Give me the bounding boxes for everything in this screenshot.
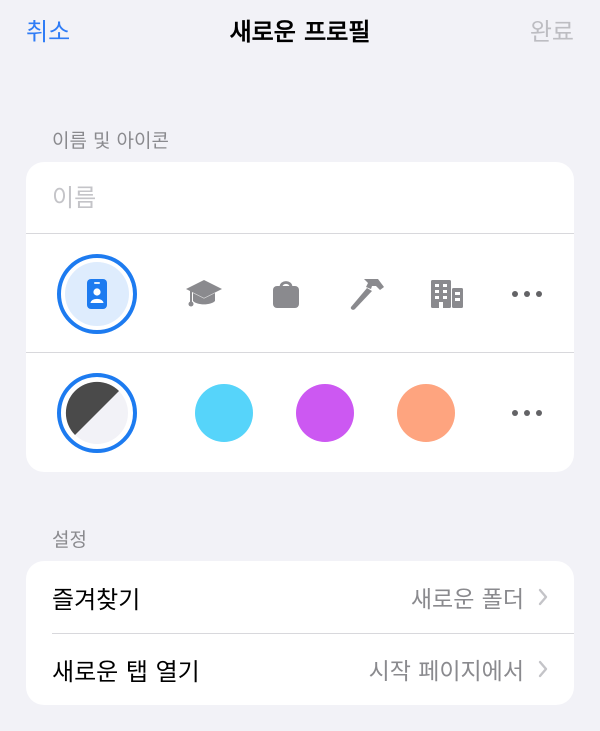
color-option-purple[interactable] bbox=[275, 353, 375, 472]
row-value: 시작 페이지에서 bbox=[368, 659, 524, 685]
name-icon-card bbox=[26, 162, 574, 472]
name-row bbox=[26, 162, 574, 234]
purple-swatch bbox=[296, 383, 354, 442]
more-icons-button[interactable] bbox=[477, 234, 574, 353]
more-icon bbox=[512, 409, 542, 416]
auto-color-swatch bbox=[65, 381, 128, 444]
color-option-orange[interactable] bbox=[376, 353, 476, 472]
row-value: 새로운 폴더 bbox=[410, 587, 524, 613]
name-input[interactable] bbox=[52, 184, 548, 212]
bag-icon bbox=[273, 280, 299, 308]
row-label: 새로운 탭 열기 bbox=[52, 657, 200, 686]
row-label: 즐겨찾기 bbox=[52, 585, 141, 614]
selected-icon-ring bbox=[57, 253, 137, 334]
id-badge-icon bbox=[87, 278, 107, 309]
more-icon bbox=[512, 290, 542, 297]
settings-row-favorites[interactable]: 즐겨찾기 새로운 폴더 bbox=[26, 561, 574, 633]
icon-option-id-badge[interactable] bbox=[47, 234, 147, 353]
hammer-icon bbox=[350, 278, 384, 310]
settings-section-header: 설정 bbox=[52, 529, 87, 551]
settings-row-new-tab[interactable]: 새로운 탭 열기 시작 페이지에서 bbox=[26, 633, 574, 705]
selected-color-ring bbox=[57, 372, 137, 453]
page-title: 새로운 프로필 bbox=[229, 18, 371, 46]
cyan-swatch bbox=[195, 383, 253, 442]
navigation-bar: 취소 새로운 프로필 완료 bbox=[0, 0, 600, 58]
done-button[interactable]: 완료 bbox=[530, 12, 574, 47]
chevron-right-icon bbox=[538, 660, 548, 678]
name-icon-section-header: 이름 및 아이콘 bbox=[52, 130, 169, 152]
color-option-cyan[interactable] bbox=[174, 353, 274, 472]
chevron-right-icon bbox=[538, 588, 548, 606]
more-colors-button[interactable] bbox=[477, 353, 574, 472]
settings-card: 즐겨찾기 새로운 폴더 새로운 탭 열기 시작 페이지에서 bbox=[26, 561, 574, 705]
color-option-auto[interactable] bbox=[47, 353, 147, 472]
icon-picker-row bbox=[26, 234, 574, 353]
orange-swatch bbox=[397, 383, 455, 442]
graduation-cap-icon bbox=[186, 279, 222, 306]
color-picker-row bbox=[26, 353, 574, 472]
building-icon bbox=[431, 279, 463, 308]
